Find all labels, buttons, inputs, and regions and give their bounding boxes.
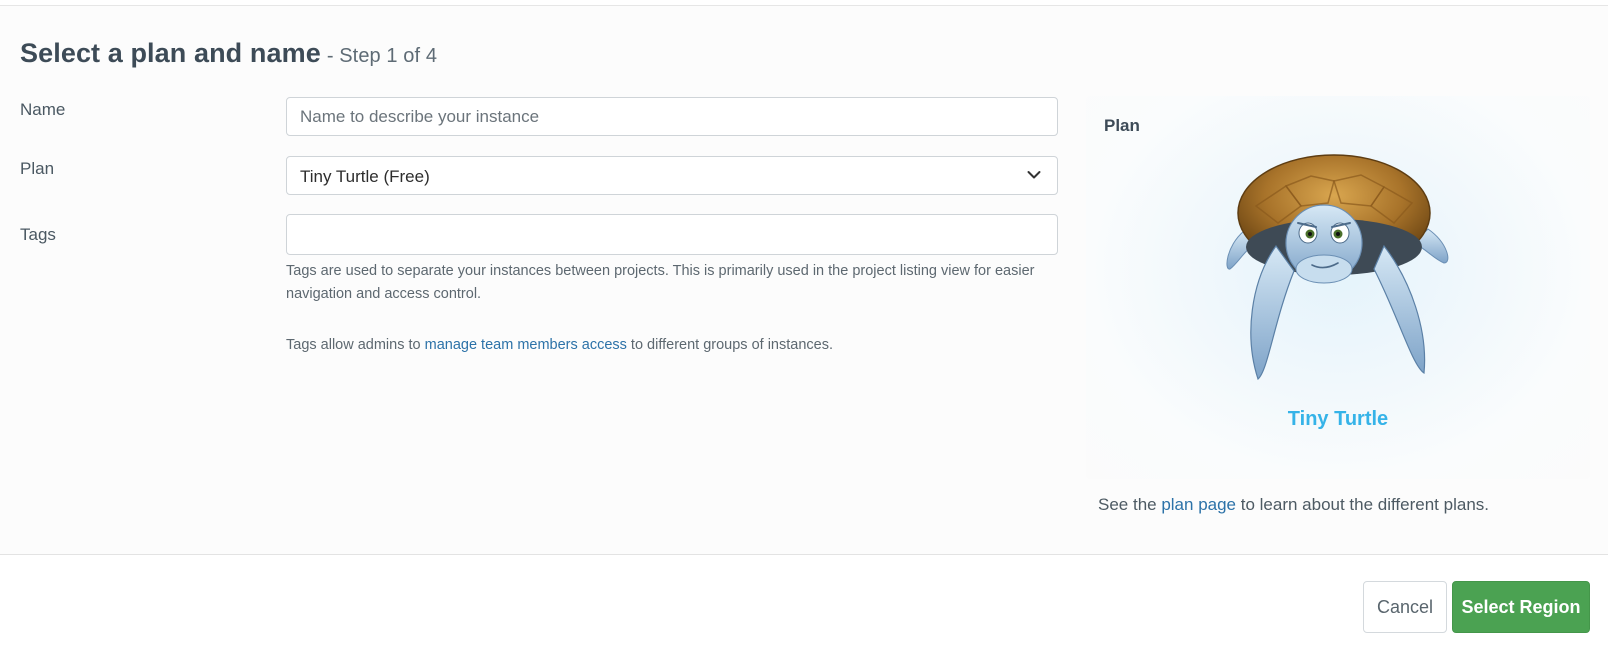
tags-help-text: Tags are used to separate your instances…	[286, 263, 1035, 302]
footer-divider	[0, 554, 1608, 555]
select-region-button[interactable]: Select Region	[1452, 581, 1590, 633]
plan-note-suffix: to learn about the different plans.	[1236, 495, 1489, 514]
plan-note: See the plan page to learn about the dif…	[1098, 495, 1489, 515]
name-label: Name	[20, 100, 66, 119]
tags-admin-help-suffix: to different groups of instances.	[626, 337, 833, 353]
name-input[interactable]	[287, 98, 1057, 135]
plan-card: Plan Tiny Turtle	[1086, 96, 1590, 479]
cancel-button[interactable]: Cancel	[1363, 581, 1447, 633]
turtle-mascot-icon	[1226, 154, 1449, 381]
plan-page-link[interactable]: plan page	[1161, 495, 1236, 514]
plan-label: Plan	[20, 159, 55, 178]
tags-field-wrapper	[286, 214, 1058, 255]
plan-card-title: Plan	[1104, 116, 1140, 135]
tags-label: Tags	[20, 225, 56, 244]
plan-note-prefix: See the	[1098, 495, 1162, 514]
tags-input[interactable]	[287, 215, 1057, 254]
tags-admin-help: Tags allow admins to manage team members…	[286, 334, 1046, 357]
plan-card-name: Tiny Turtle	[1287, 408, 1389, 430]
name-field-wrapper	[286, 97, 1058, 136]
step-indicator: - Step 1 of 4	[326, 45, 438, 67]
page-heading: Select a plan and name - Step 1 of 4	[20, 38, 437, 69]
manage-team-access-link[interactable]: manage team members access	[425, 337, 627, 353]
plan-select-value: Tiny Turtle (Free)	[300, 167, 430, 186]
plan-select[interactable]: Tiny Turtle (Free)	[286, 156, 1058, 195]
tags-admin-help-prefix: Tags allow admins to	[286, 337, 425, 353]
chevron-down-icon	[1027, 171, 1041, 179]
page-title: Select a plan and name	[20, 38, 321, 68]
